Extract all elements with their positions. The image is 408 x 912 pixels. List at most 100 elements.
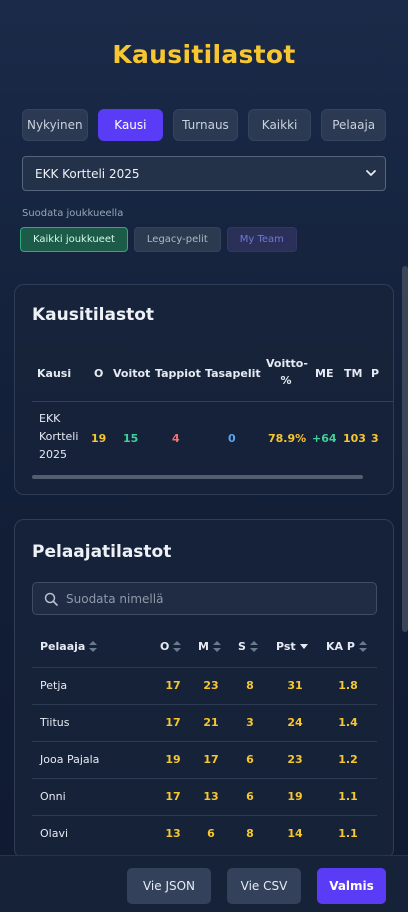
col-header-tappiot: Tappiot <box>155 367 201 380</box>
page-scrollbar[interactable] <box>402 266 408 632</box>
season-cell-p: 3 <box>371 432 379 445</box>
col-header-o: O <box>94 367 104 380</box>
season-cell-me: +64 <box>312 432 337 445</box>
col-header-pelaaja-label: Pelaaja <box>40 640 86 653</box>
player-search-input[interactable]: Suodata nimellä <box>32 582 377 615</box>
tab-kausi[interactable]: Kausi <box>97 109 164 141</box>
sort-icon <box>249 641 258 652</box>
footer-actions: Vie JSON Vie CSV Valmis <box>0 855 408 912</box>
player-search-placeholder: Suodata nimellä <box>66 591 164 606</box>
chip-all-teams[interactable]: Kaikki joukkueet <box>20 227 128 252</box>
sort-icon <box>212 641 221 652</box>
team-filter-label: Suodata joukkueella <box>22 208 124 219</box>
player-s: 8 <box>246 679 254 692</box>
table-row: Onni 17 13 6 19 1.1 <box>32 778 377 815</box>
player-stats-card: Pelaajatilastot Suodata nimellä Pelaaja … <box>14 519 394 859</box>
col-header-s[interactable]: S <box>238 640 258 653</box>
search-icon <box>44 592 58 606</box>
view-tabs: Nykyinen Kausi Turnaus Kaikki Pelaaja <box>22 109 386 141</box>
team-filter-chips: Kaikki joukkueet Legacy-pelit My Team <box>20 227 297 252</box>
col-header-m-label: M <box>198 640 209 653</box>
season-cell-name: EKK Kortteli 2025 <box>39 412 79 461</box>
player-pst: 14 <box>287 827 303 840</box>
player-pst: 19 <box>287 790 303 803</box>
chip-legacy-games[interactable]: Legacy-pelit <box>133 227 221 252</box>
export-csv-button[interactable]: Vie CSV <box>227 868 301 904</box>
tab-turnaus[interactable]: Turnaus <box>173 109 238 141</box>
player-name: Tiitus <box>40 716 70 729</box>
player-m: 6 <box>207 827 215 840</box>
export-json-button[interactable]: Vie JSON <box>127 868 211 904</box>
sort-icon <box>173 641 182 652</box>
col-header-p: P <box>371 367 380 380</box>
season-header-divider <box>32 401 393 402</box>
player-kap: 1.4 <box>338 716 358 729</box>
col-header-tasapelit: Tasapelit <box>205 367 261 380</box>
season-cell-tm: 103 <box>343 432 366 445</box>
season-cell-win-pct: 78.9% <box>268 432 307 445</box>
player-kap: 1.1 <box>338 790 358 803</box>
player-kap: 1.1 <box>338 827 358 840</box>
season-table-hscroll[interactable] <box>32 475 363 479</box>
player-card-title: Pelaajatilastot <box>32 542 172 562</box>
player-o: 13 <box>165 827 181 840</box>
table-row: Jooa Pajala 19 17 6 23 1.2 <box>32 741 377 778</box>
col-header-pst[interactable]: Pst <box>276 640 308 653</box>
player-o: 17 <box>165 679 181 692</box>
col-header-kausi: Kausi <box>37 367 72 380</box>
season-cell-wins: 15 <box>123 432 139 445</box>
season-select[interactable]: EKK Kortteli 2025 <box>22 156 386 191</box>
player-pst: 23 <box>287 753 303 766</box>
player-kap: 1.2 <box>338 753 358 766</box>
sort-desc-icon <box>299 644 308 649</box>
season-card-title: Kausitilastot <box>32 305 154 325</box>
table-row: Petja 17 23 8 31 1.8 <box>32 667 377 704</box>
player-o: 17 <box>165 790 181 803</box>
chip-my-team[interactable]: My Team <box>226 227 297 252</box>
tab-pelaaja[interactable]: Pelaaja <box>321 109 386 141</box>
season-stats-card: Kausitilastot Kausi O Voitot Tappiot Tas… <box>14 284 394 495</box>
col-header-m[interactable]: M <box>198 640 221 653</box>
col-header-tm: TM <box>344 367 363 380</box>
page-title: Kausitilastot <box>112 40 296 69</box>
table-row: Tiitus 17 21 3 24 1.4 <box>32 704 377 741</box>
chevron-down-icon <box>366 170 376 176</box>
player-name: Jooa Pajala <box>40 753 100 766</box>
player-m: 13 <box>203 790 219 803</box>
col-header-pst-label: Pst <box>276 640 296 653</box>
player-s: 6 <box>246 753 254 766</box>
col-header-pelaaja[interactable]: Pelaaja <box>40 640 98 653</box>
sort-icon <box>358 641 367 652</box>
col-header-kap[interactable]: KA P <box>326 640 367 653</box>
player-name: Petja <box>40 679 68 692</box>
player-name: Olavi <box>40 827 69 840</box>
col-header-s-label: S <box>238 640 246 653</box>
player-s: 3 <box>246 716 254 729</box>
player-o: 17 <box>165 716 181 729</box>
player-name: Onni <box>40 790 66 803</box>
table-row: Olavi 13 6 8 14 1.1 <box>32 815 377 852</box>
col-header-kap-label: KA P <box>326 640 355 653</box>
player-m: 21 <box>203 716 219 729</box>
tab-kaikki[interactable]: Kaikki <box>247 109 312 141</box>
col-header-o-label: O <box>160 640 170 653</box>
player-s: 8 <box>246 827 254 840</box>
col-header-voitot: Voitot <box>113 367 151 380</box>
col-header-voitto-pct: Voitto-% <box>266 357 308 387</box>
season-select-value: EKK Kortteli 2025 <box>35 166 140 181</box>
col-header-o[interactable]: O <box>160 640 182 653</box>
season-cell-o: 19 <box>91 432 107 445</box>
player-kap: 1.8 <box>338 679 358 692</box>
player-m: 17 <box>203 753 219 766</box>
player-o: 19 <box>165 753 181 766</box>
player-pst: 31 <box>287 679 303 692</box>
season-cell-ties: 0 <box>228 432 236 445</box>
player-m: 23 <box>203 679 219 692</box>
season-cell-losses: 4 <box>172 432 180 445</box>
col-header-me: ME <box>315 367 334 380</box>
tab-nykyinen[interactable]: Nykyinen <box>22 109 88 141</box>
done-button[interactable]: Valmis <box>317 868 386 904</box>
player-s: 6 <box>246 790 254 803</box>
player-pst: 24 <box>287 716 303 729</box>
sort-icon <box>89 641 98 652</box>
